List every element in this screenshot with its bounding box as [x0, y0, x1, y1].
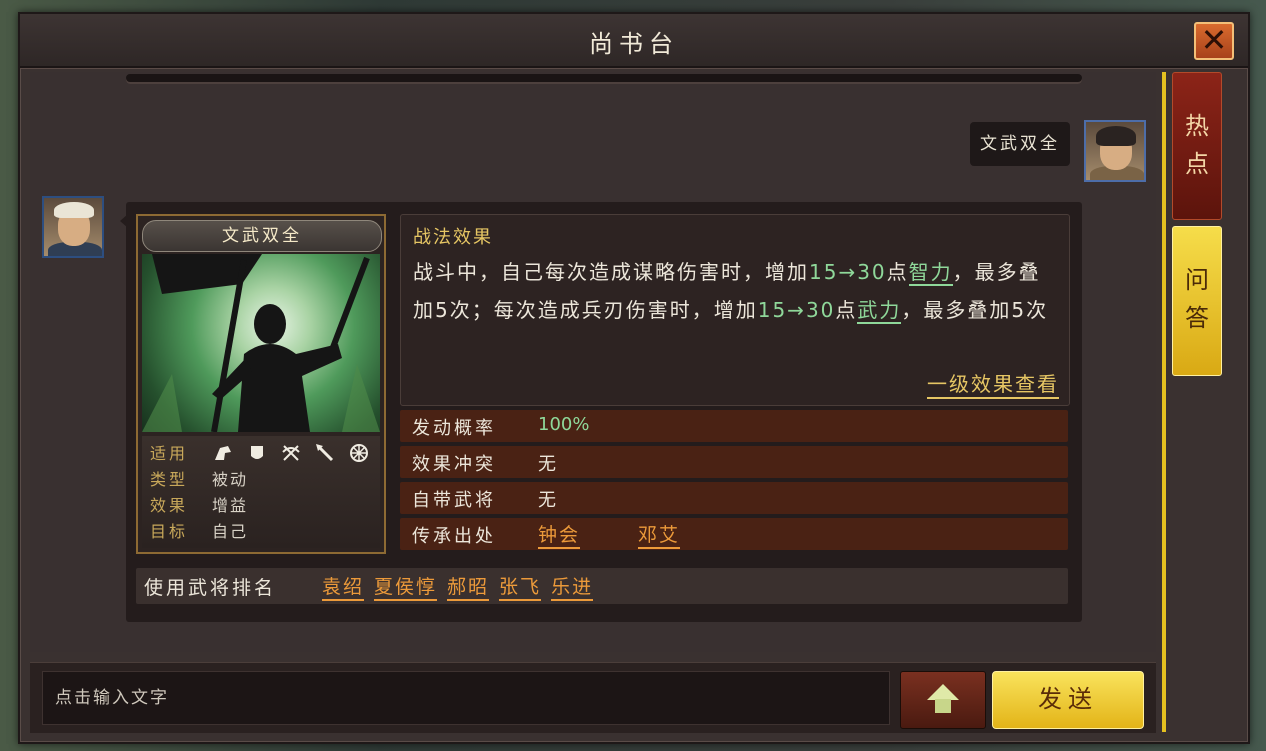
level-one-effect-link[interactable]: 一级效果查看	[927, 368, 1059, 399]
effect-box: 战法效果 战斗中，自己每次造成谋略伤害时，增加15→30点智力，最多叠加5次；每…	[400, 214, 1070, 406]
bow-icon	[282, 445, 300, 461]
close-icon: ✕	[1200, 21, 1228, 59]
effect-title: 战法效果	[413, 227, 493, 248]
skill-meta: 适用 类型 被动 效果 增益 目标 自己	[142, 436, 380, 548]
row-effect-conflict: 效果冲突 无	[400, 446, 1068, 478]
force-link[interactable]: 武力	[857, 298, 902, 324]
advisor-avatar[interactable]	[42, 196, 104, 258]
tab-hot-topics[interactable]: 热 点	[1172, 72, 1222, 220]
dialog-frame: 尚书台 ✕ 文武双全 文武双全 适用 类型 被动 效果 增益 目标 自己 战法效…	[18, 12, 1250, 744]
window-title: 尚书台	[589, 30, 679, 58]
sent-message-bubble: 文武双全	[970, 122, 1070, 166]
ranking-names: 袁绍 夏侯惇 郝昭 张飞 乐进	[322, 572, 594, 601]
cavalry-icon	[215, 446, 231, 460]
send-button[interactable]: 发送	[992, 671, 1144, 729]
general-ranking-row: 使用武将排名 袁绍 夏侯惇 郝昭 张飞 乐进	[136, 568, 1068, 604]
meta-target: 目标 自己	[150, 522, 249, 541]
user-avatar[interactable]	[1084, 120, 1146, 182]
row-trigger-rate: 发动概率 100%	[400, 410, 1068, 442]
meta-type: 类型 被动	[150, 470, 249, 489]
chat-input[interactable]	[42, 671, 890, 725]
spear-icon	[316, 444, 334, 462]
row-inherit-source: 传承出处 钟会 邓艾	[400, 518, 1068, 550]
skill-illustration	[142, 254, 380, 432]
troop-icons	[212, 442, 370, 464]
close-button[interactable]: ✕	[1194, 22, 1234, 60]
wheel-icon	[350, 444, 368, 462]
meta-effect: 效果 增益	[150, 496, 249, 515]
input-bar: 发送	[30, 662, 1156, 733]
tab-divider	[1162, 72, 1166, 732]
chat-area[interactable]: 文武双全 文武双全 适用 类型 被动 效果 增益 目标 自己 战法效果 战斗中，…	[30, 72, 1156, 652]
warrior-silhouette-icon	[142, 254, 380, 432]
shield-icon	[251, 446, 263, 459]
arrow-up-icon	[927, 684, 959, 700]
side-tabs: 热 点 问 答	[1162, 72, 1244, 732]
skill-name: 文武双全	[142, 220, 382, 252]
ranked-general-link[interactable]: 郝昭	[447, 572, 490, 601]
ranked-general-link[interactable]: 张飞	[499, 572, 542, 601]
title-bar: 尚书台 ✕	[20, 14, 1248, 68]
skill-art-panel: 文武双全 适用 类型 被动 效果 增益 目标 自己	[136, 214, 386, 554]
inherit-source-link[interactable]: 邓艾	[638, 520, 681, 549]
expand-up-button[interactable]	[900, 671, 986, 729]
tab-qa[interactable]: 问 答	[1172, 226, 1222, 376]
ranked-general-link[interactable]: 乐进	[551, 572, 594, 601]
scroll-track[interactable]	[126, 74, 1082, 84]
intelligence-link[interactable]: 智力	[908, 260, 953, 286]
meta-suitable: 适用	[150, 442, 368, 466]
skill-info-card: 文武双全 适用 类型 被动 效果 增益 目标 自己 战法效果 战斗中，自己每次造…	[126, 202, 1082, 622]
inherit-source-link[interactable]: 钟会	[538, 520, 581, 549]
row-own-general: 自带武将 无	[400, 482, 1068, 514]
effect-description: 战斗中，自己每次造成谋略伤害时，增加15→30点智力，最多叠加5次；每次造成兵刃…	[413, 260, 1049, 324]
ranked-general-link[interactable]: 夏侯惇	[374, 572, 438, 601]
ranked-general-link[interactable]: 袁绍	[322, 572, 365, 601]
